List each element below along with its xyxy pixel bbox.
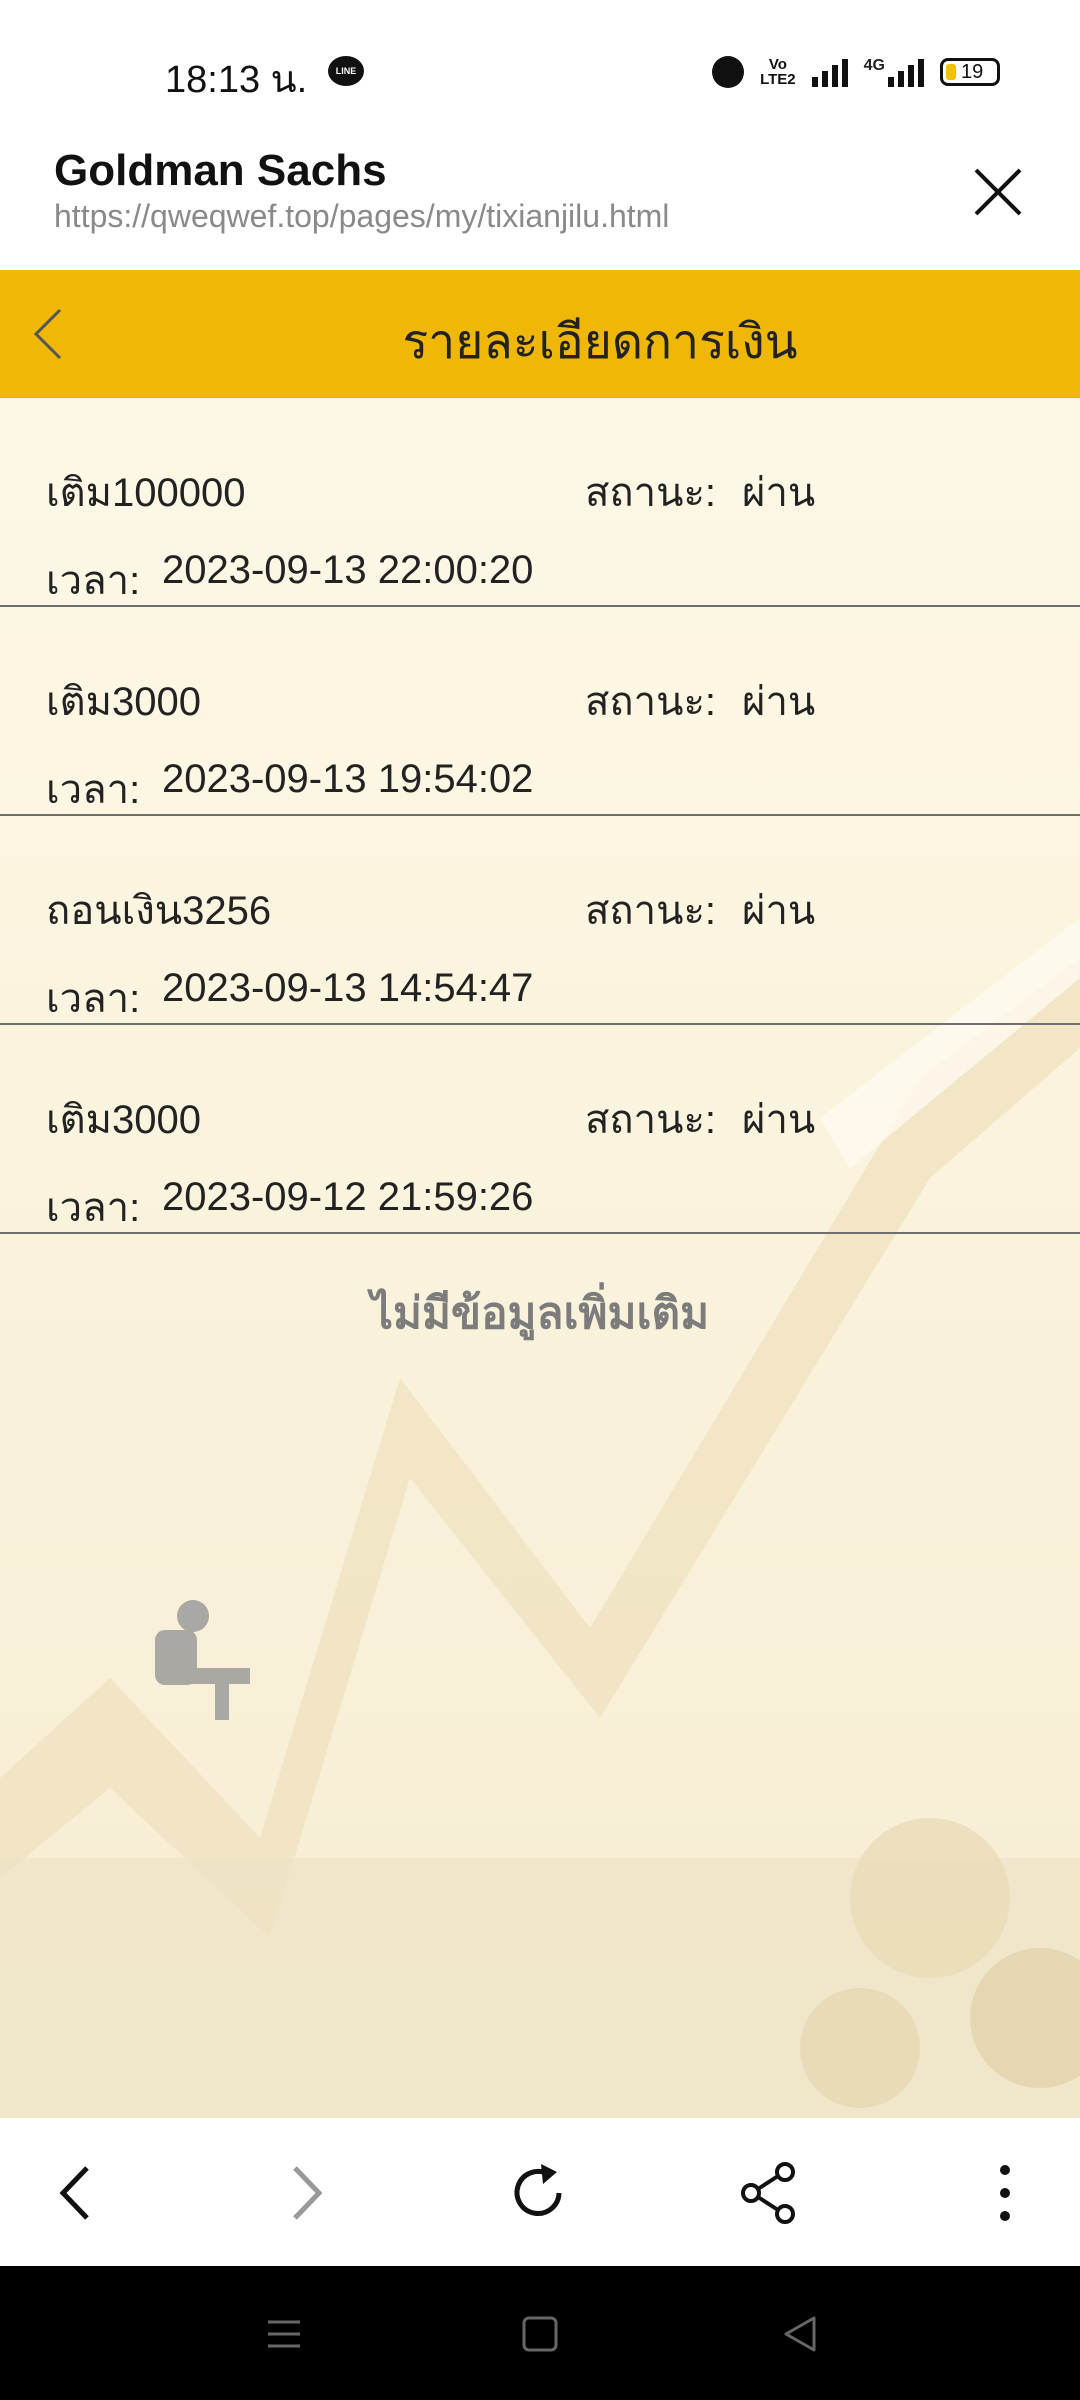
page-header: รายละเอียดการเงิน	[0, 270, 1080, 398]
status-label: สถานะ:	[585, 1098, 717, 1142]
browser-header: Goldman Sachs https://qweqwef.top/pages/…	[0, 130, 1080, 270]
status-time: 18:13 น.	[165, 59, 308, 101]
more-vert-icon[interactable]	[970, 2158, 1040, 2228]
forward-arrow-icon[interactable]	[271, 2158, 341, 2228]
status-bar: 18:13 น. LINE Vo LTE2 4G 19	[0, 0, 1080, 130]
line-app-icon: LINE	[328, 56, 364, 86]
list-item[interactable]: ถอนเงิน3256 สถานะ: ผ่าน เวลา: 2023-09-13…	[0, 816, 1080, 1025]
time-label: เวลา:	[46, 1186, 141, 1230]
back-triangle-icon[interactable]	[776, 2310, 824, 2358]
record-name: เติม100000	[46, 471, 246, 515]
battery-level: 19	[961, 61, 984, 83]
menu-icon[interactable]	[260, 2310, 308, 2358]
browser-url[interactable]: https://qweqwef.top/pages/my/tixianjilu.…	[54, 198, 669, 235]
time-label: เวลา:	[46, 977, 141, 1021]
record-time: 2023-09-12 21:59:26	[162, 1175, 534, 1219]
close-icon[interactable]	[968, 162, 1028, 222]
status-label: สถานะ:	[585, 680, 717, 724]
record-name: เติม3000	[46, 680, 201, 724]
record-name: เติม3000	[46, 1098, 201, 1142]
alarm-icon	[712, 56, 745, 88]
record-time: 2023-09-13 19:54:02	[162, 757, 534, 801]
no-more-data-text: ไม่มีข้อมูลเพิ่มเติม	[370, 1289, 710, 1338]
refresh-icon[interactable]	[503, 2158, 573, 2228]
time-label: เวลา:	[46, 768, 141, 812]
record-time: 2023-09-13 14:54:47	[162, 966, 534, 1010]
record-time: 2023-09-13 22:00:20	[162, 548, 534, 592]
list-item[interactable]: เติม3000 สถานะ: ผ่าน เวลา: 2023-09-13 19…	[0, 607, 1080, 816]
list-item[interactable]: เติม100000 สถานะ: ผ่าน เวลา: 2023-09-13 …	[0, 398, 1080, 607]
share-icon[interactable]	[735, 2158, 805, 2228]
record-status: ผ่าน	[742, 471, 816, 515]
records-content: เติม100000 สถานะ: ผ่าน เวลา: 2023-09-13 …	[0, 398, 1080, 2118]
record-name: ถอนเงิน3256	[46, 889, 272, 933]
status-icons: Vo LTE2 4G 19	[712, 52, 1000, 92]
battery-icon: 19	[940, 58, 1000, 86]
time-label: เวลา:	[46, 559, 141, 603]
list-item[interactable]: เติม3000 สถานะ: ผ่าน เวลา: 2023-09-12 21…	[0, 1025, 1080, 1234]
signal-icon	[811, 57, 848, 87]
back-arrow-icon[interactable]	[41, 2158, 111, 2228]
page-title: รายละเอียดการเงิน	[402, 316, 798, 369]
record-status: ผ่าน	[742, 680, 816, 724]
android-nav-bar	[0, 2266, 1080, 2400]
volte-icon: Vo LTE2	[760, 56, 796, 88]
record-status: ผ่าน	[742, 1098, 816, 1142]
browser-bottom-bar	[0, 2118, 1080, 2266]
status-label: สถานะ:	[585, 889, 717, 933]
status-label: สถานะ:	[585, 471, 717, 515]
record-status: ผ่าน	[742, 889, 816, 933]
browser-title: Goldman Sachs	[54, 146, 387, 195]
network-4g-icon: 4G	[864, 57, 924, 87]
home-icon[interactable]	[516, 2310, 564, 2358]
